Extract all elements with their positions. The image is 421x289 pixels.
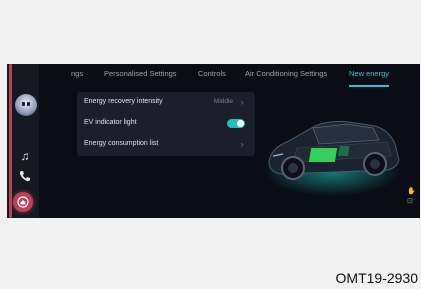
sidebar: ♫ — [7, 64, 39, 218]
music-note-icon[interactable]: ♫ — [17, 148, 33, 164]
vehicle-battery-illustration — [264, 121, 400, 196]
phone-icon[interactable] — [17, 170, 33, 186]
hand-icon: ✋ — [407, 188, 416, 195]
tab-controls[interactable]: Controls — [198, 69, 226, 78]
active-tab-indicator — [349, 85, 389, 87]
ev-indicator-toggle[interactable] — [227, 119, 245, 128]
avatar-right-eye — [27, 102, 30, 106]
home-icon — [17, 196, 29, 208]
infotainment-screen: ♫ ngs Personalised Settings Controls Air… — [7, 64, 420, 218]
chevron-right-icon: › — [240, 97, 244, 107]
toggle-knob — [237, 120, 244, 127]
assistant-avatar-icon[interactable] — [15, 94, 37, 116]
ev-indicator-label: EV indicator light — [84, 119, 137, 126]
home-button[interactable] — [13, 192, 33, 212]
tab-air-conditioning-settings[interactable]: Air Conditioning Settings — [245, 69, 327, 78]
energy-recovery-value: Middle — [213, 98, 233, 105]
chevron-right-icon: › — [240, 139, 244, 149]
seat-icon: ⊡ — [407, 198, 413, 205]
energy-recovery-row[interactable]: Energy recovery intensity Middle › — [77, 92, 255, 113]
tab-personalised-settings[interactable]: Personalised Settings — [104, 69, 177, 78]
ev-indicator-row: EV indicator light — [77, 113, 255, 134]
figure-code: OMT19-2930 — [335, 270, 418, 286]
sidebar-accent-bar — [9, 64, 12, 218]
tab-new-energy[interactable]: New energy — [349, 69, 389, 78]
tab-bar: ngs Personalised Settings Controls Air C… — [71, 64, 420, 86]
energy-consumption-label: Energy consumption list — [84, 140, 159, 147]
tab-settings[interactable]: ngs — [71, 69, 83, 78]
avatar-left-eye — [22, 102, 25, 106]
energy-recovery-label: Energy recovery intensity — [84, 98, 163, 105]
energy-consumption-row[interactable]: Energy consumption list › — [77, 134, 255, 155]
status-icons: ✋ ⊡ — [407, 187, 417, 205]
settings-panel: Energy recovery intensity Middle › EV in… — [77, 92, 255, 156]
